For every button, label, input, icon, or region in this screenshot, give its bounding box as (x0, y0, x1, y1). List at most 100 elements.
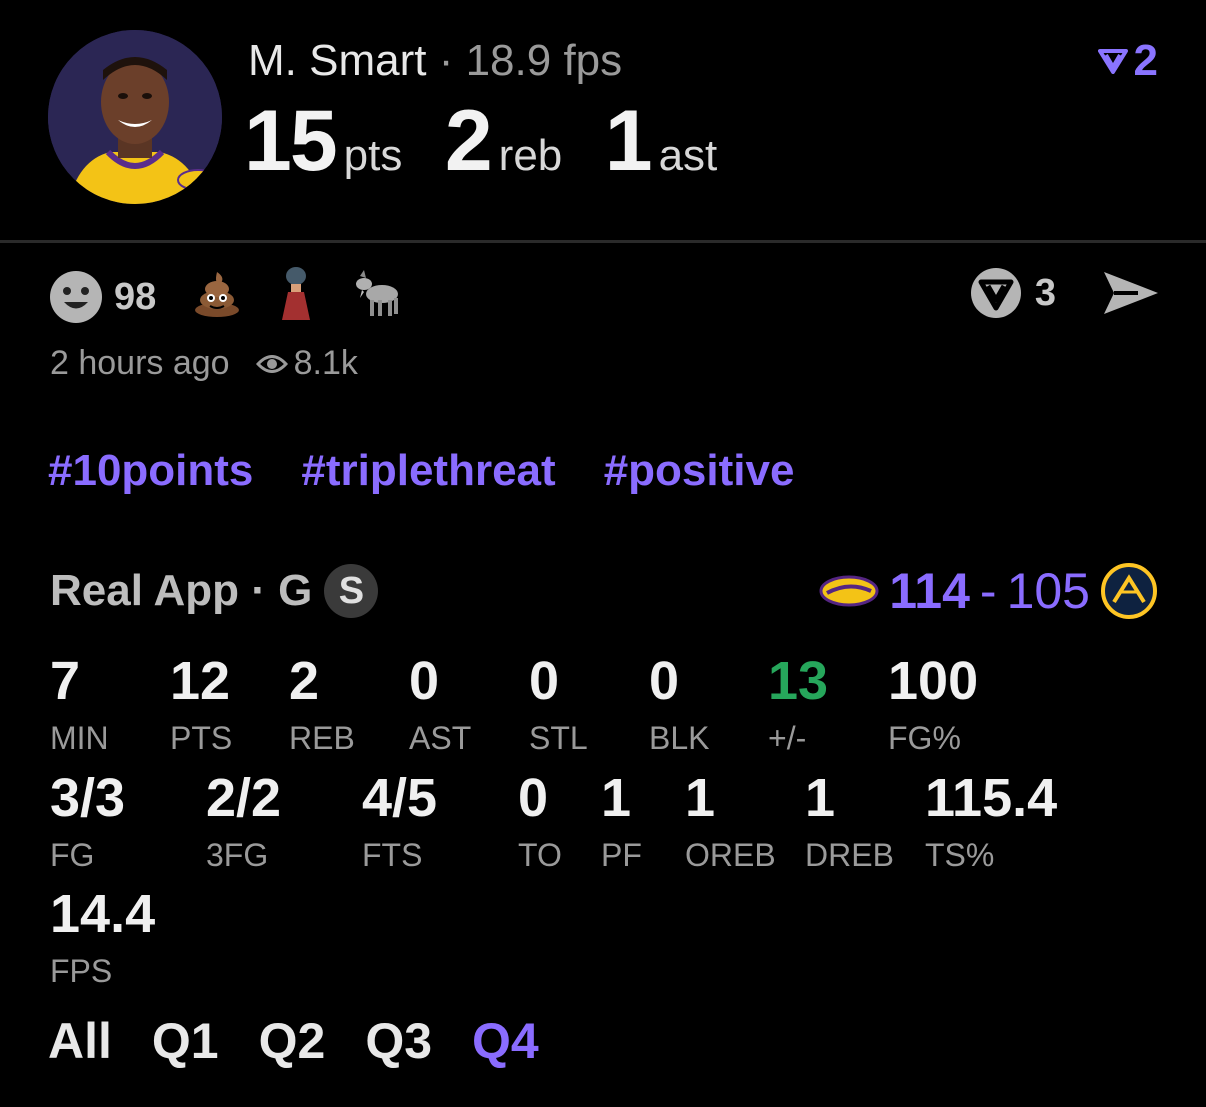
post-actions: 3 (969, 266, 1160, 320)
stat-value: 0 (529, 651, 560, 711)
stat-blk: 0 BLK (649, 654, 709, 757)
stat-3fg: 2/2 3FG (206, 771, 281, 874)
home-score: 114 (889, 563, 970, 619)
smiley-count: 98 (114, 275, 157, 318)
stat-ts-pct: 115.4 TS% (925, 771, 1057, 874)
real-vote-count: 3 (1034, 271, 1056, 314)
tab-q2[interactable]: Q2 (259, 1012, 326, 1070)
goat-emoji-icon[interactable] (350, 266, 404, 328)
stat-fg-pct: 100 FG% (888, 654, 978, 757)
position-badge: S (324, 564, 379, 618)
stat-label: STL (529, 720, 588, 756)
quarter-tabs: All Q1 Q2 Q3 Q4 (48, 1012, 539, 1070)
game-source-label: Real App · G (50, 566, 313, 615)
stat-label: 3FG (206, 837, 269, 873)
tab-q4[interactable]: Q4 (472, 1012, 539, 1070)
stat-label: DREB (805, 837, 894, 873)
stat-label: AST (409, 720, 472, 756)
score-dash: - (979, 563, 997, 619)
stat-dreb: 1 DREB (805, 771, 894, 874)
player-name[interactable]: M. Smart (248, 36, 426, 85)
game-source: Real App · G S (50, 564, 379, 618)
stat-label: PTS (170, 720, 233, 756)
real-vote-icon[interactable] (969, 266, 1023, 320)
stat-min: 7 MIN (50, 654, 109, 757)
reb-value: 2 (444, 93, 493, 189)
ast-value: 1 (604, 93, 653, 189)
stat-label: MIN (50, 720, 109, 756)
post-title: M. Smart · 18.9 fps (248, 36, 622, 86)
game-score[interactable]: 114-105 (819, 562, 1158, 620)
stat-value: 115.4 (925, 768, 1058, 828)
stat-reb: 2 REB (289, 654, 355, 757)
vote-button[interactable]: 2 (1097, 36, 1158, 86)
stat-value: 12 (170, 651, 231, 711)
real-logo-icon (1097, 49, 1128, 74)
hashtag-positive[interactable]: #positive (604, 446, 795, 496)
stat-value: 2/2 (206, 768, 282, 828)
hashtag-triplethreat[interactable]: #triplethreat (301, 446, 555, 496)
stat-value: 4/5 (362, 768, 438, 828)
headline-stats: 15 pts 2 reb 1 ast (244, 92, 755, 191)
vote-count: 2 (1133, 36, 1158, 85)
pts-value: 15 (244, 93, 338, 189)
stat-value: 100 (888, 651, 979, 711)
stat-value: 7 (50, 651, 81, 711)
stat-label: FTS (362, 837, 423, 873)
view-count-value: 8.1k (293, 344, 358, 382)
stat-label: FG% (888, 720, 961, 756)
stat-stl: 0 STL (529, 654, 588, 757)
stat-value: 0 (518, 768, 549, 828)
stat-label: FG (50, 837, 95, 873)
stat-pf: 1 PF (601, 771, 642, 874)
hashtag-list: #10points #triplethreat #positive (48, 446, 794, 496)
stat-label: FPS (50, 953, 113, 989)
stat-value: 0 (649, 651, 680, 711)
post-time: 2 hours ago (50, 344, 230, 382)
stat-value: 0 (409, 651, 440, 711)
stat-value: 2 (289, 651, 320, 711)
stat-value: 1 (601, 768, 632, 828)
stat-value: 3/3 (50, 768, 126, 828)
nuggets-logo-icon (1101, 563, 1157, 619)
post-meta: 2 hours ago 8.1k (50, 344, 358, 383)
stat-label: TS% (925, 837, 995, 873)
stat-plus-minus: 13 +/- (768, 654, 828, 757)
tab-q3[interactable]: Q3 (365, 1012, 432, 1070)
stat-label: PF (601, 837, 642, 873)
stat-label: TO (518, 837, 562, 873)
tab-q1[interactable]: Q1 (152, 1012, 219, 1070)
smiley-icon[interactable] (48, 269, 104, 325)
reb-unit: reb (498, 131, 563, 180)
view-count: 8.1k (255, 344, 358, 383)
stat-fts: 4/5 FTS (362, 771, 437, 874)
header-divider (0, 240, 1206, 243)
poop-emoji-icon[interactable] (192, 268, 242, 326)
player-fps: 18.9 fps (465, 36, 623, 85)
title-separator: · (438, 36, 454, 85)
ast-unit: ast (658, 131, 718, 180)
stat-label: BLK (649, 720, 710, 756)
stat-fg: 3/3 FG (50, 771, 125, 874)
stat-fps: 14.4 FPS (50, 887, 155, 990)
away-score: 105 (1006, 563, 1090, 619)
stat-oreb: 1 OREB (685, 771, 776, 874)
tab-all[interactable]: All (48, 1012, 112, 1070)
stat-value: 1 (685, 768, 716, 828)
stat-label: +/- (768, 720, 807, 756)
pts-unit: pts (343, 131, 403, 180)
stat-ast: 0 AST (409, 654, 471, 757)
stat-label: OREB (685, 837, 776, 873)
stat-pts: 12 PTS (170, 654, 232, 757)
send-icon[interactable] (1102, 268, 1160, 318)
lakers-logo-icon (819, 575, 879, 607)
eye-icon (255, 354, 288, 373)
reactions-bar: 98 (48, 266, 428, 328)
player-avatar[interactable] (48, 30, 222, 204)
person-emoji-icon[interactable] (276, 266, 316, 328)
stat-label: REB (289, 720, 355, 756)
stat-value: 14.4 (50, 884, 156, 944)
hashtag-10points[interactable]: #10points (48, 446, 253, 496)
stat-value: 13 (768, 651, 829, 711)
stat-value: 1 (805, 768, 836, 828)
